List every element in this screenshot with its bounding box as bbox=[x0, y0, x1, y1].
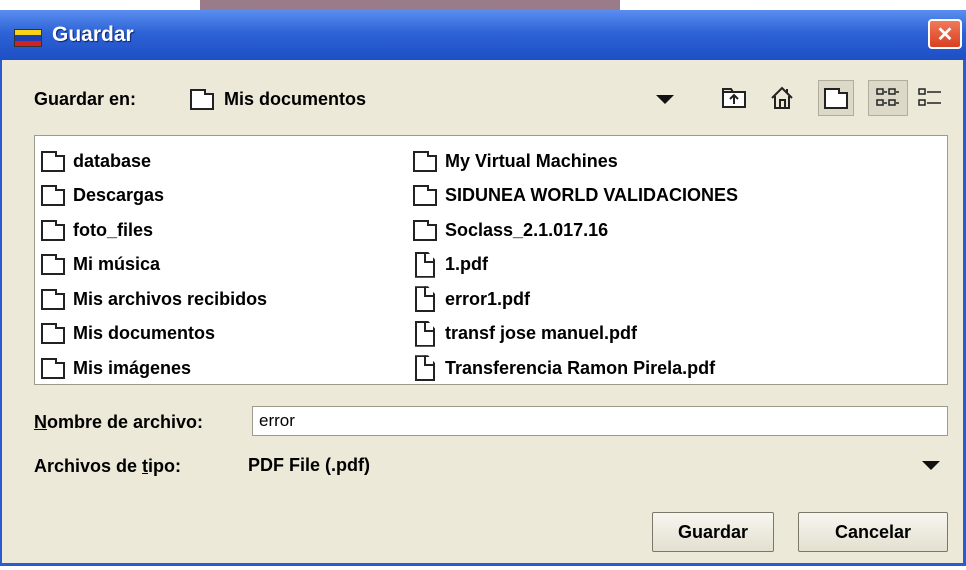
folder-item[interactable]: Mis archivos recibidos bbox=[41, 282, 267, 317]
item-label: 1.pdf bbox=[445, 254, 488, 275]
document-icon bbox=[415, 251, 435, 278]
item-label: Transferencia Ramon Pirela.pdf bbox=[445, 357, 716, 378]
save-in-label: Guardar en: bbox=[34, 89, 137, 109]
folder-item[interactable]: Soclass_2.1.017.16 bbox=[413, 213, 738, 248]
filename-label: Nombre de archivo: bbox=[34, 412, 204, 432]
new-folder-button[interactable] bbox=[818, 80, 854, 116]
folder-item[interactable]: Mis documentos bbox=[41, 317, 267, 352]
save-button[interactable]: Guardar bbox=[652, 512, 774, 552]
details-view-icon bbox=[918, 88, 941, 106]
item-label: Descargas bbox=[73, 185, 165, 206]
item-label: My Virtual Machines bbox=[445, 150, 618, 171]
folder-item[interactable]: SIDUNEA WORLD VALIDACIONES bbox=[413, 179, 738, 214]
folder-item[interactable]: Mis imágenes bbox=[41, 351, 267, 386]
title-bar[interactable]: Guardar ✕ bbox=[0, 10, 966, 60]
item-label: Mis imágenes bbox=[73, 357, 192, 378]
folder-icon bbox=[41, 288, 65, 310]
document-icon bbox=[415, 286, 435, 313]
folder-icon bbox=[190, 88, 214, 110]
close-button[interactable]: ✕ bbox=[928, 19, 962, 49]
item-label: Mis archivos recibidos bbox=[73, 288, 268, 309]
close-icon: ✕ bbox=[936, 23, 954, 46]
filetype-selected: PDF File (.pdf) bbox=[248, 455, 370, 475]
folder-item[interactable]: foto_files bbox=[41, 213, 267, 248]
item-label: Soclass_2.1.017.16 bbox=[445, 219, 609, 240]
up-folder-button[interactable] bbox=[716, 80, 752, 116]
app-flag-icon bbox=[14, 29, 42, 47]
list-view-icon bbox=[876, 88, 899, 106]
file-item[interactable]: transf jose manuel.pdf bbox=[413, 317, 738, 352]
window-title: Guardar bbox=[52, 23, 134, 46]
folder-item[interactable]: Descargas bbox=[41, 179, 267, 214]
save-in-selected: Mis documentos bbox=[224, 88, 367, 109]
folder-icon bbox=[41, 254, 65, 276]
folder-item[interactable]: database bbox=[41, 144, 267, 179]
list-view-button[interactable] bbox=[868, 80, 908, 116]
document-icon bbox=[415, 320, 435, 347]
item-label: transf jose manuel.pdf bbox=[445, 323, 638, 344]
file-list[interactable]: database Descargas foto_files Mi música Mis … bbox=[34, 135, 948, 385]
folder-icon bbox=[413, 219, 437, 241]
filetype-combo[interactable]: PDF File (.pdf) bbox=[240, 448, 948, 482]
file-item[interactable]: error1.pdf bbox=[413, 282, 738, 317]
folder-icon bbox=[41, 150, 65, 172]
item-label: SIDUNEA WORLD VALIDACIONES bbox=[445, 185, 739, 206]
folder-icon bbox=[41, 185, 65, 207]
file-list-column-1: database Descargas foto_files Mi música Mis … bbox=[41, 144, 267, 386]
folder-item[interactable]: My Virtual Machines bbox=[413, 144, 738, 179]
up-folder-icon bbox=[722, 88, 746, 108]
file-list-column-2: My Virtual Machines SIDUNEA WORLD VALIDAC… bbox=[413, 144, 738, 386]
save-in-combo[interactable]: Mis documentos bbox=[172, 82, 690, 116]
home-icon bbox=[771, 86, 793, 109]
file-item[interactable]: 1.pdf bbox=[413, 248, 738, 283]
folder-icon bbox=[413, 185, 437, 207]
folder-icon bbox=[413, 150, 437, 172]
filetype-label: Archivos de tipo: bbox=[34, 456, 182, 476]
item-label: Mis documentos bbox=[73, 323, 216, 344]
item-label: error1.pdf bbox=[445, 288, 531, 309]
chevron-down-icon[interactable] bbox=[656, 95, 674, 104]
document-icon bbox=[415, 355, 435, 382]
background-window-strip bbox=[200, 0, 620, 10]
item-label: Mi música bbox=[73, 254, 161, 275]
home-button[interactable] bbox=[764, 80, 800, 116]
chevron-down-icon[interactable] bbox=[922, 461, 940, 470]
folder-icon bbox=[41, 219, 65, 241]
folder-icon bbox=[41, 357, 65, 379]
item-label: foto_files bbox=[73, 219, 154, 240]
file-item[interactable]: Transferencia Ramon Pirela.pdf bbox=[413, 351, 738, 386]
item-label: database bbox=[73, 150, 152, 171]
cancel-button[interactable]: Cancelar bbox=[798, 512, 948, 552]
folder-icon bbox=[41, 323, 65, 345]
filename-input[interactable] bbox=[252, 406, 948, 436]
new-folder-icon bbox=[824, 88, 848, 109]
details-view-button[interactable] bbox=[912, 80, 948, 116]
folder-item[interactable]: Mi música bbox=[41, 248, 267, 283]
